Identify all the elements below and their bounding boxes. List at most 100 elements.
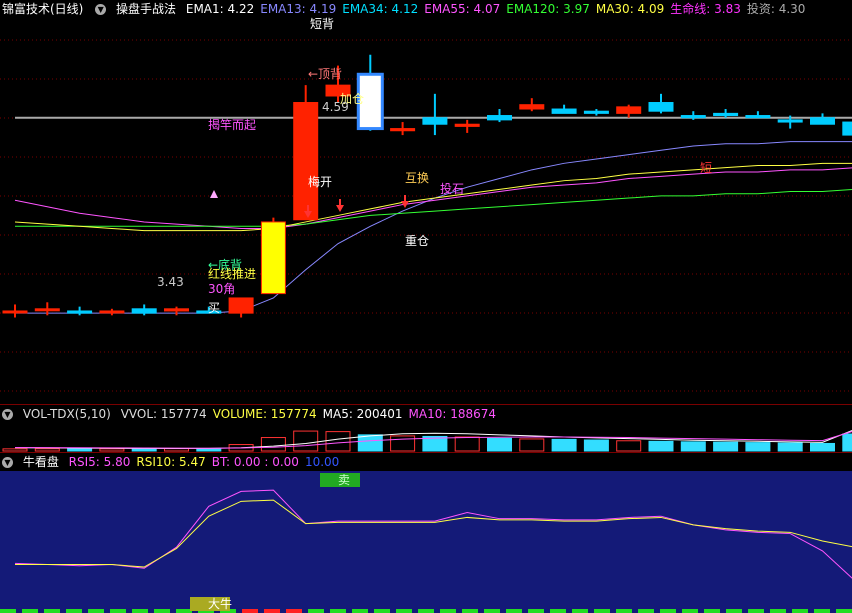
candle-body <box>842 121 852 136</box>
volume-bar <box>616 440 642 452</box>
signal-bar <box>462 609 478 613</box>
buy-arrow-icon <box>401 195 409 208</box>
volume-bar <box>260 437 286 452</box>
volume-bar <box>551 438 577 452</box>
annotation-huhuan: 互换 <box>405 171 429 185</box>
annotation-short: 短 <box>700 161 712 175</box>
signal-bar <box>748 609 764 613</box>
bull-mark-label: 大牛 <box>208 596 232 611</box>
signal-bar <box>22 609 38 613</box>
candle-body <box>616 106 642 114</box>
candle-body <box>164 308 189 312</box>
rsi-value-3: 10.00 <box>304 455 340 469</box>
candle-body <box>810 117 835 125</box>
candle-body <box>390 128 416 132</box>
annotation-zhongcang: 重仓 <box>405 234 429 248</box>
volume-bar <box>487 437 512 452</box>
candle-body <box>680 115 706 119</box>
signal-bar <box>88 609 104 613</box>
ma-line-ema120 <box>15 189 852 227</box>
annotation-top-divergence: ←顶背 <box>308 67 342 81</box>
candle-body <box>422 117 448 125</box>
signal-bar <box>44 609 60 613</box>
annotation-buy: 买 <box>208 301 220 315</box>
candle-body <box>293 102 319 221</box>
volume-bar <box>648 440 674 452</box>
rsi-background <box>0 471 852 613</box>
annotation-top-cut: 短背 <box>310 17 334 31</box>
volume-menu-icon[interactable]: ▼ <box>2 409 13 420</box>
candle-body <box>260 221 286 295</box>
rsi-indicator-name[interactable]: 牛看盘 <box>23 455 59 469</box>
signal-bar <box>484 609 500 613</box>
volume-bar <box>454 436 480 452</box>
candle-body <box>67 310 93 314</box>
rsi-chart[interactable]: 卖大牛 <box>0 471 852 613</box>
ma-line-ma30 <box>14 162 852 232</box>
signal-bar <box>506 609 522 613</box>
candle-body <box>228 297 254 314</box>
signal-bar <box>396 609 412 613</box>
buy-arrow-icon <box>336 199 344 212</box>
annotation-low-price: 3.43 <box>157 275 184 289</box>
rsi-value-0: RSI5: 5.80 <box>68 455 131 469</box>
volume-indicator-name[interactable]: VOL-TDX(5,10) <box>23 407 111 421</box>
signal-bar <box>264 609 280 613</box>
candle-body <box>131 308 157 314</box>
annotation-angle: 30角 <box>208 282 235 296</box>
candle-body <box>454 123 480 127</box>
sell-mark-label: 卖 <box>338 473 350 487</box>
price-pane: 锦富技术(日线) ▼ 操盘手战法 EMA1: 4.22 EMA13: 4.19 EM… <box>0 0 852 404</box>
signal-bar <box>308 609 324 613</box>
annotation-meikai: 梅开 <box>308 174 332 189</box>
signal-bar <box>616 609 632 613</box>
signal-bar <box>132 609 148 613</box>
volume-bar <box>325 431 351 452</box>
annotation-jiegan: 揭竿而起 <box>208 117 256 132</box>
candle-body <box>745 115 771 119</box>
volume-bar <box>34 448 60 452</box>
signal-bar <box>594 609 610 613</box>
signal-bar <box>242 609 258 613</box>
signal-bar <box>330 609 346 613</box>
volume-bar <box>777 442 803 452</box>
volume-bar <box>293 430 319 452</box>
volume-bar <box>519 438 545 452</box>
price-chart[interactable]: 短背←顶背加仓4.59揭竿而起梅开 互换投石重仓短←底背红线推进30角买3.43 <box>0 0 852 404</box>
signal-bar <box>110 609 126 613</box>
signal-bar <box>550 609 566 613</box>
annotation-high-price: 4.59 <box>322 100 349 114</box>
volume-pane: ▼ VOL-TDX(5,10) VVOL: 157774 VOLUME: 1577… <box>0 405 852 452</box>
rsi-value-2: BT: 0.00 : 0.00 <box>211 455 299 469</box>
rsi-header: ▼ 牛看盘 RSI5: 5.80 RSI10: 5.47 BT: 0.00 : 0.… <box>0 453 351 471</box>
volume-bar <box>99 448 125 452</box>
candle-body <box>99 310 125 314</box>
volume-value-3: MA10: 188674 <box>408 407 497 421</box>
volume-bar <box>583 439 609 452</box>
signal-bar <box>352 609 368 613</box>
rsi-menu-icon[interactable]: ▼ <box>2 457 13 468</box>
signal-bar <box>0 609 16 613</box>
signal-bar <box>374 609 390 613</box>
signal-bar <box>418 609 434 613</box>
signal-bar <box>704 609 720 613</box>
volume-value-0: VVOL: 157774 <box>120 407 207 421</box>
triangle-up-icon <box>210 190 218 198</box>
signal-bar <box>638 609 654 613</box>
rsi-pane: ▼ 牛看盘 RSI5: 5.80 RSI10: 5.47 BT: 0.00 : 0.… <box>0 453 852 613</box>
candle-body <box>648 102 674 112</box>
candle-body <box>487 115 512 121</box>
volume-bar <box>390 435 416 452</box>
volume-value-2: MA5: 200401 <box>322 407 403 421</box>
rsi-indicator-values: RSI5: 5.80 RSI10: 5.47 BT: 0.00 : 0.00 10.0… <box>69 455 346 469</box>
signal-bar <box>154 609 170 613</box>
signal-bar <box>176 609 192 613</box>
volume-bar <box>357 434 383 452</box>
candle-body <box>583 110 609 114</box>
signal-bar <box>836 609 852 613</box>
volume-bar <box>842 433 852 452</box>
signal-bar <box>660 609 676 613</box>
volume-bar <box>67 448 93 452</box>
volume-header: ▼ VOL-TDX(5,10) VVOL: 157774 VOLUME: 1577… <box>0 405 508 423</box>
candle-body <box>713 112 739 117</box>
